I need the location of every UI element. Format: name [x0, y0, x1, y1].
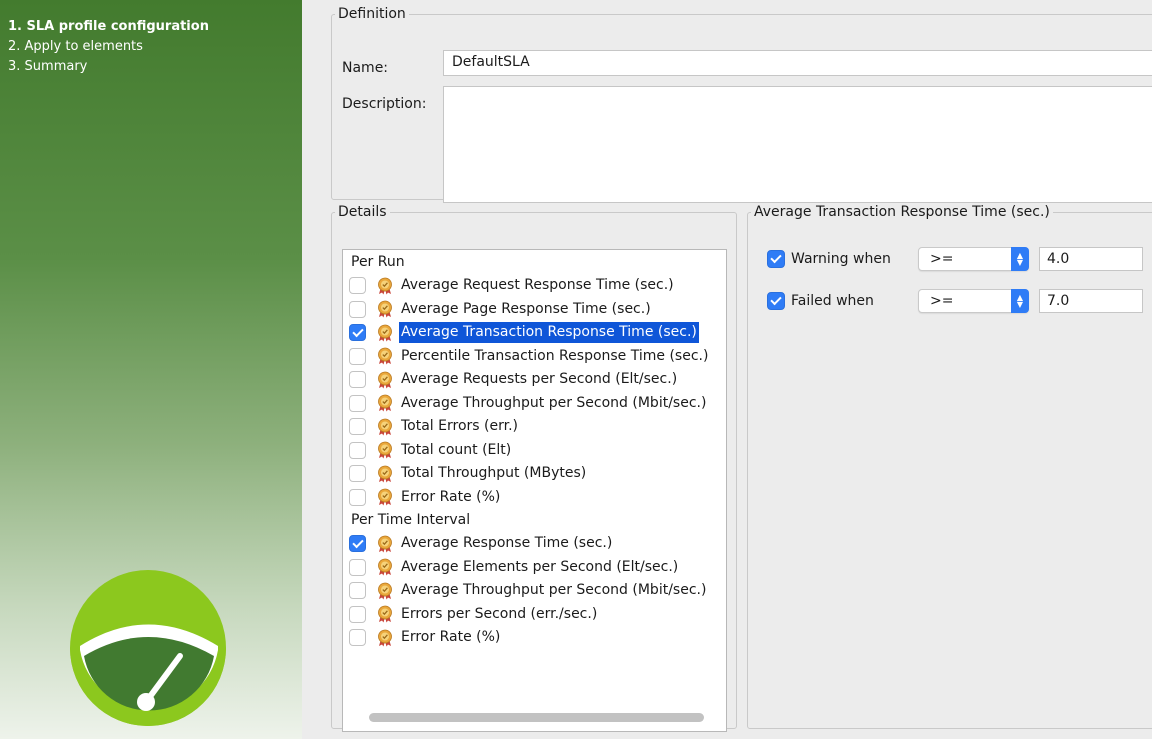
sla-medal-icon	[378, 394, 392, 412]
criteria-label: Average Response Time (sec.)	[401, 535, 613, 552]
sla-medal-icon	[378, 277, 392, 295]
criteria-row[interactable]: Average Throughput per Second (Mbit/sec.…	[343, 579, 726, 603]
criteria-label: Average Request Response Time (sec.)	[401, 277, 674, 294]
name-input[interactable]: DefaultSLA	[443, 50, 1152, 76]
criteria-group-header: Per Time Interval	[351, 512, 471, 528]
chevron-updown-icon: ▲ ▼	[1011, 289, 1029, 313]
chevron-updown-icon: ▲ ▼	[1011, 247, 1029, 271]
sla-medal-icon	[378, 535, 392, 553]
criteria-checkbox[interactable]	[349, 488, 366, 506]
criteria-row[interactable]: Average Request Response Time (sec.)	[343, 274, 726, 298]
criteria-label: Errors per Second (err./sec.)	[401, 605, 598, 622]
wizard-step-apply: 2. Apply to elements	[8, 39, 143, 54]
definition-title: Definition	[338, 6, 406, 22]
criteria-label: Average Throughput per Second (Mbit/sec.…	[401, 394, 707, 411]
speedometer-logo-icon	[70, 570, 226, 726]
failed-label: Failed when	[791, 293, 874, 309]
wizard-step-sla-profile: 1. SLA profile configuration	[8, 19, 209, 34]
criteria-checkbox[interactable]	[349, 371, 366, 389]
horizontal-scrollbar[interactable]	[369, 713, 704, 722]
criteria-checkbox[interactable]	[349, 418, 366, 436]
criteria-label: Total count (Elt)	[401, 441, 512, 458]
criteria-row[interactable]: Average Page Response Time (sec.)	[343, 298, 726, 322]
criteria-label: Total Errors (err.)	[401, 418, 518, 435]
criteria-label: Average Requests per Second (Elt/sec.)	[401, 371, 678, 388]
criteria-row[interactable]: Average Requests per Second (Elt/sec.)	[343, 368, 726, 392]
criteria-checkbox[interactable]	[349, 465, 366, 483]
wizard-steps: 1. SLA profile configuration 2. Apply to…	[8, 17, 209, 77]
warning-label: Warning when	[791, 251, 891, 267]
failed-value-input[interactable]: 7.0	[1039, 289, 1143, 313]
wizard-step-summary: 3. Summary	[8, 59, 88, 74]
criteria-label: Average Throughput per Second (Mbit/sec.…	[401, 582, 707, 599]
warning-checkbox[interactable]	[767, 250, 785, 268]
criteria-label: Percentile Transaction Response Time (se…	[401, 347, 709, 364]
criteria-checkbox[interactable]	[349, 558, 366, 576]
description-label: Description:	[342, 96, 427, 112]
criteria-checkbox[interactable]	[349, 394, 366, 412]
threshold-title: Average Transaction Response Time (sec.)	[754, 204, 1050, 220]
sla-medal-icon	[378, 418, 392, 436]
criteria-label: Total Throughput (MBytes)	[401, 465, 587, 482]
sla-medal-icon	[378, 347, 392, 365]
warning-value-input[interactable]: 4.0	[1039, 247, 1143, 271]
sla-medal-icon	[378, 629, 392, 647]
warning-operator-select[interactable]: >= ▲ ▼	[918, 247, 1029, 271]
criteria-group-header: Per Run	[351, 254, 405, 270]
criteria-label: Average Elements per Second (Elt/sec.)	[401, 558, 679, 575]
sla-medal-icon	[378, 605, 392, 623]
failed-operator-select[interactable]: >= ▲ ▼	[918, 289, 1029, 313]
criteria-row[interactable]: Average Elements per Second (Elt/sec.)	[343, 556, 726, 580]
sla-medal-icon	[378, 558, 392, 576]
criteria-checkbox[interactable]	[349, 535, 366, 553]
details-title: Details	[338, 204, 387, 220]
sla-medal-icon	[378, 582, 392, 600]
criteria-row[interactable]: Error Rate (%)	[343, 626, 726, 650]
sla-medal-icon	[378, 300, 392, 318]
criteria-row[interactable]: Percentile Transaction Response Time (se…	[343, 345, 726, 369]
sla-criteria-list[interactable]: Per Run Average Request Response Time (se…	[342, 249, 727, 732]
sla-medal-icon	[378, 371, 392, 389]
sla-medal-icon	[378, 324, 392, 342]
warning-operator-value: >=	[930, 251, 954, 267]
description-textarea[interactable]	[443, 86, 1152, 203]
criteria-row[interactable]: Total count (Elt)	[343, 439, 726, 463]
sla-medal-icon	[378, 441, 392, 459]
threshold-group: Average Transaction Response Time (sec.)…	[747, 204, 1152, 729]
criteria-label: Average Page Response Time (sec.)	[401, 300, 651, 317]
failed-operator-value: >=	[930, 293, 954, 309]
criteria-row[interactable]: Average Response Time (sec.)	[343, 532, 726, 556]
criteria-label: Error Rate (%)	[401, 629, 501, 646]
criteria-label: Average Transaction Response Time (sec.)	[399, 322, 699, 344]
sla-medal-icon	[378, 465, 392, 483]
definition-group: Definition Name: DefaultSLA Description:	[331, 6, 1152, 203]
criteria-checkbox[interactable]	[349, 629, 366, 647]
details-group: Details Per Run Average Request Response …	[331, 204, 737, 732]
failed-row: Failed when	[767, 289, 901, 313]
criteria-label: Error Rate (%)	[401, 488, 501, 505]
criteria-checkbox[interactable]	[349, 347, 366, 365]
name-label: Name:	[342, 60, 389, 76]
criteria-row[interactable]: Total Errors (err.)	[343, 415, 726, 439]
criteria-checkbox[interactable]	[349, 300, 366, 318]
criteria-checkbox[interactable]	[349, 605, 366, 623]
criteria-row[interactable]: Errors per Second (err./sec.)	[343, 603, 726, 627]
criteria-row[interactable]: Error Rate (%)	[343, 486, 726, 510]
sla-criteria-list-content: Per Run Average Request Response Time (se…	[343, 251, 726, 650]
criteria-checkbox[interactable]	[349, 441, 366, 459]
warning-row: Warning when	[767, 247, 901, 271]
sla-medal-icon	[378, 488, 392, 506]
wizard-sidebar: 1. SLA profile configuration 2. Apply to…	[0, 0, 302, 739]
criteria-row[interactable]: Total Throughput (MBytes)	[343, 462, 726, 486]
criteria-checkbox[interactable]	[349, 582, 366, 600]
criteria-row[interactable]: Average Throughput per Second (Mbit/sec.…	[343, 392, 726, 416]
criteria-checkbox[interactable]	[349, 277, 366, 295]
criteria-row[interactable]: Average Transaction Response Time (sec.)	[343, 321, 726, 345]
criteria-checkbox[interactable]	[349, 324, 366, 342]
failed-checkbox[interactable]	[767, 292, 785, 310]
